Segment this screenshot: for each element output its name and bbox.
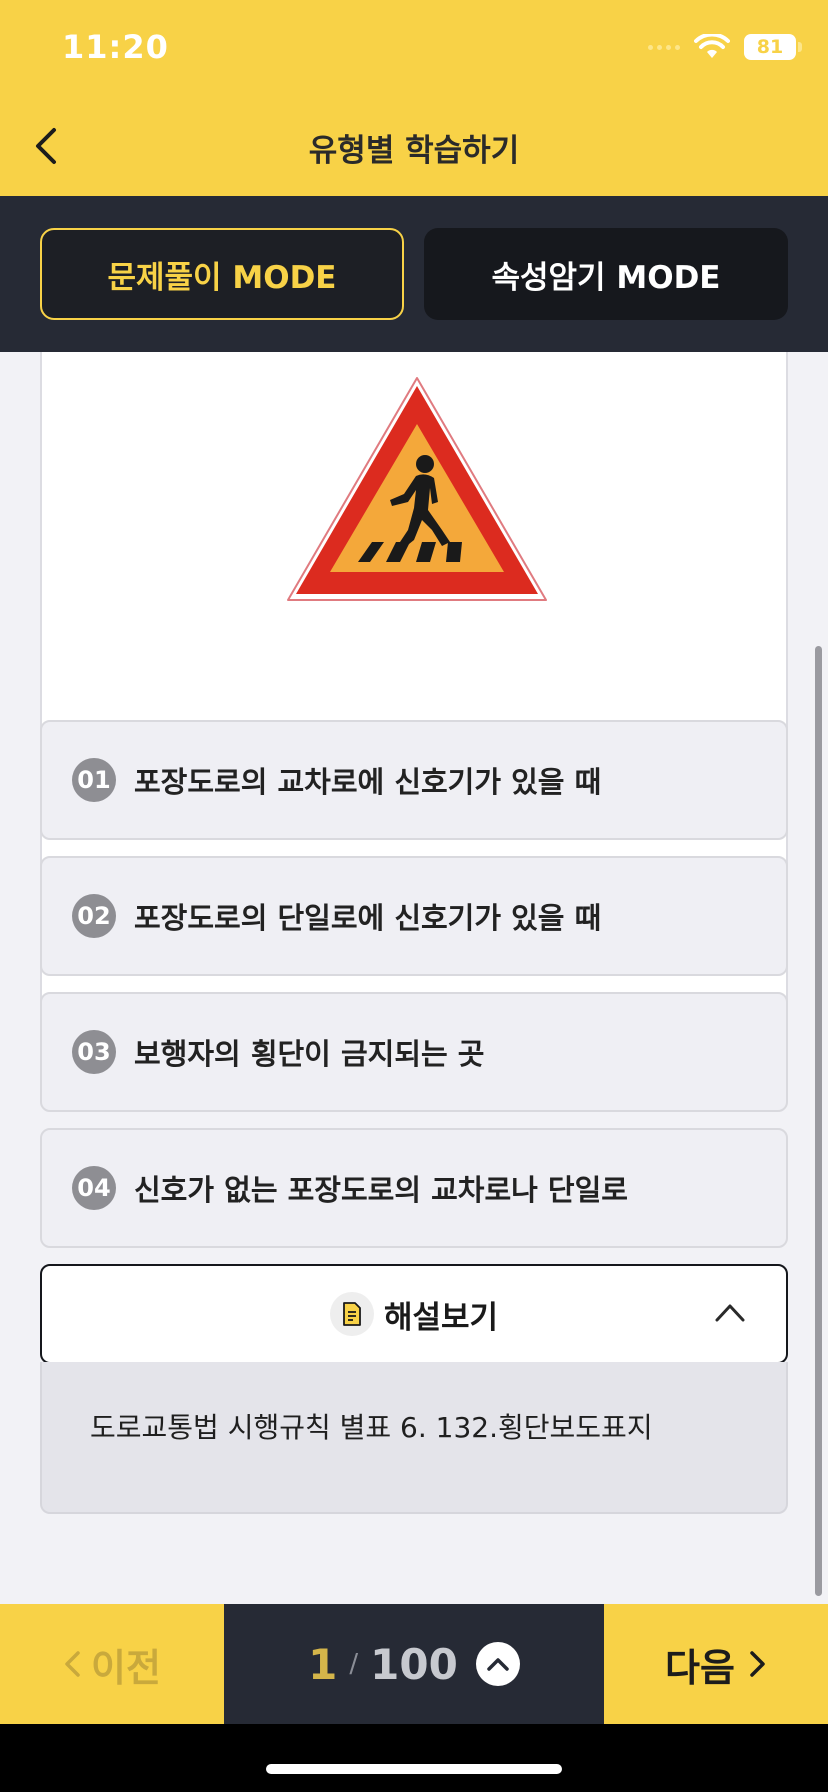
explanation-text: 도로교통법 시행규칙 별표 6. 132.횡단보도표지 bbox=[90, 1411, 653, 1444]
status-icons: 81 bbox=[648, 34, 802, 60]
explanation-toggle-button[interactable]: 해설보기 bbox=[40, 1264, 788, 1364]
chevron-left-icon bbox=[65, 1651, 80, 1677]
document-icon bbox=[329, 1292, 374, 1336]
chevron-up-icon bbox=[487, 1658, 509, 1671]
option-text: 포장도로의 교차로에 신호기가 있을 때 bbox=[134, 765, 602, 799]
answer-option-4[interactable]: 04 신호가 없는 포장도로의 교차로나 단일로 bbox=[40, 1128, 788, 1248]
question-content[interactable]: 01 포장도로의 교차로에 신호기가 있을 때 02 포장도로의 단일로에 신호… bbox=[0, 352, 828, 1604]
option-number-badge: 02 bbox=[72, 894, 116, 938]
total-pages: 100 bbox=[370, 1639, 458, 1689]
answer-option-2[interactable]: 02 포장도로의 단일로에 신호기가 있을 때 bbox=[40, 856, 788, 976]
option-text: 신호가 없는 포장도로의 교차로나 단일로 bbox=[134, 1173, 628, 1207]
battery-icon: 81 bbox=[744, 34, 802, 60]
bottom-navigation: 이전 1 / 100 다음 bbox=[0, 1604, 828, 1724]
page-list-toggle-button[interactable] bbox=[475, 1642, 520, 1686]
page-separator: / bbox=[349, 1649, 359, 1679]
chevron-up-icon bbox=[715, 1304, 745, 1322]
current-page: 1 bbox=[308, 1639, 338, 1689]
crosswalk-sign-image bbox=[287, 377, 547, 601]
option-number-badge: 04 bbox=[72, 1166, 116, 1210]
status-time: 11:20 bbox=[62, 28, 169, 66]
memorize-mode-button[interactable]: 속성암기 MODE bbox=[424, 228, 788, 320]
option-number-badge: 01 bbox=[72, 758, 116, 802]
mode-bar: 문제풀이 MODE 속성암기 MODE bbox=[0, 196, 828, 352]
explanation-panel: 도로교통법 시행규칙 별표 6. 132.횡단보도표지 bbox=[40, 1362, 788, 1514]
battery-level: 81 bbox=[756, 36, 784, 58]
answer-option-3[interactable]: 03 보행자의 횡단이 금지되는 곳 bbox=[40, 992, 788, 1112]
next-label: 다음 bbox=[665, 1645, 735, 1690]
answer-option-1[interactable]: 01 포장도로의 교차로에 신호기가 있을 때 bbox=[40, 720, 788, 840]
option-number-badge: 03 bbox=[72, 1030, 116, 1074]
scrollbar[interactable] bbox=[815, 646, 822, 1596]
home-indicator[interactable] bbox=[266, 1764, 562, 1774]
page-title: 유형별 학습하기 bbox=[308, 133, 520, 169]
page-indicator: 1 / 100 bbox=[224, 1604, 604, 1724]
explanation-title: 해설보기 bbox=[329, 1292, 499, 1337]
chevron-right-icon bbox=[750, 1651, 765, 1677]
top-bar: 11:20 81 유형별 학습하기 bbox=[0, 0, 828, 196]
option-text: 보행자의 횡단이 금지되는 곳 bbox=[134, 1037, 485, 1071]
cellular-signal-icon bbox=[648, 44, 680, 50]
wifi-icon bbox=[694, 34, 730, 58]
quiz-mode-button[interactable]: 문제풀이 MODE bbox=[40, 228, 404, 320]
option-text: 포장도로의 단일로에 신호기가 있을 때 bbox=[134, 901, 602, 935]
prev-button[interactable]: 이전 bbox=[0, 1604, 224, 1724]
prev-label: 이전 bbox=[91, 1645, 161, 1690]
next-button[interactable]: 다음 bbox=[604, 1604, 828, 1724]
explanation-label: 해설보기 bbox=[383, 1299, 499, 1336]
